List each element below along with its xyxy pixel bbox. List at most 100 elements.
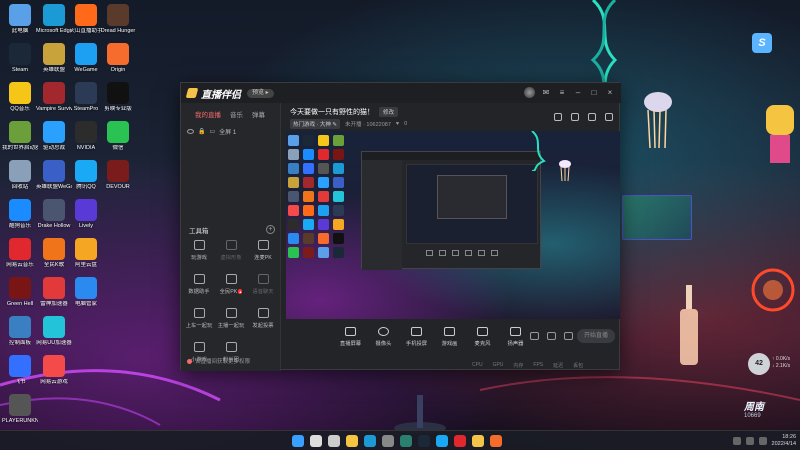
- desktop-icon[interactable]: 阿里云盘: [68, 238, 104, 278]
- preview-recursive-screen: [437, 175, 507, 219]
- desktop-icon[interactable]: NVIDIA: [68, 121, 104, 161]
- desktop-icon[interactable]: PLAYERUNKNOWN'S BATTLEGROUNDS: [2, 394, 38, 434]
- desktop-icon[interactable]: 英雄联盟: [36, 43, 72, 83]
- tool-item[interactable]: 全民PK ▴: [215, 272, 247, 298]
- stream-title[interactable]: 今天要做一只有野性的猫！: [290, 107, 374, 117]
- tool-item[interactable]: 连麦PK: [247, 238, 279, 264]
- tool-item[interactable]: 主播一起玩: [215, 306, 247, 332]
- status-item: GPU: [492, 362, 504, 368]
- settings-icon[interactable]: [382, 435, 394, 447]
- settings-icon[interactable]: [588, 113, 596, 121]
- tool-item[interactable]: 虚拟形象: [215, 238, 247, 264]
- add-tool-icon[interactable]: +: [266, 225, 275, 234]
- desktop-icon[interactable]: 网易云音乐: [2, 238, 38, 278]
- task-view-icon[interactable]: [328, 435, 340, 447]
- close-icon[interactable]: ×: [605, 88, 615, 98]
- steam-icon[interactable]: [418, 435, 430, 447]
- desktop-icon[interactable]: Drake Hollow: [36, 199, 72, 239]
- chevron-up-icon[interactable]: [732, 437, 741, 445]
- network-icon[interactable]: [745, 437, 754, 445]
- camera-toggle-icon[interactable]: [530, 332, 539, 340]
- minimize-icon[interactable]: –: [573, 88, 583, 98]
- message-icon[interactable]: ✉: [541, 88, 551, 98]
- desktop-icon[interactable]: DEVOUR: [100, 160, 136, 200]
- terminal-icon[interactable]: [400, 435, 412, 447]
- desktop-icon[interactable]: 驱动总裁: [36, 121, 72, 161]
- volume-icon[interactable]: [758, 437, 767, 445]
- desktop-icon[interactable]: 网易云游戏: [36, 355, 72, 395]
- search-icon[interactable]: [310, 435, 322, 447]
- source-control-button[interactable]: 手机投屏: [404, 327, 429, 347]
- desktop-icon[interactable]: 电脑管家: [68, 277, 104, 317]
- modify-title-button[interactable]: 修改: [379, 107, 399, 117]
- tool-item[interactable]: 发起投票: [247, 306, 279, 332]
- desktop-app-icon: [75, 199, 97, 221]
- sidebar-footer[interactable]: 去直播间获取更多权限: [187, 357, 250, 365]
- version-pill[interactable]: 预览 ▸: [247, 88, 274, 98]
- desktop-icon[interactable]: 此电脑: [2, 4, 38, 44]
- shop-icon[interactable]: [571, 113, 579, 121]
- scene-row[interactable]: 🔒 ▭ 全屏 1: [181, 119, 280, 136]
- desktop-icon[interactable]: Steam: [2, 43, 38, 83]
- stream-preview[interactable]: [286, 131, 620, 319]
- live-companion-icon[interactable]: [472, 435, 484, 447]
- tool-item[interactable]: 语音聊天: [247, 272, 279, 298]
- effect-icon[interactable]: [547, 332, 556, 340]
- desktop-icon[interactable]: 全民K歌: [36, 238, 72, 278]
- desktop-icon[interactable]: Origin: [100, 43, 136, 83]
- desktop-icon[interactable]: SteamPro: [68, 82, 104, 122]
- tool-item[interactable]: 玩游戏: [183, 238, 215, 264]
- sidebar-tab[interactable]: 音乐: [230, 109, 243, 119]
- floating-app-icon[interactable]: S: [752, 33, 772, 53]
- desktop-app-icon: [9, 394, 31, 416]
- qq-icon[interactable]: [436, 435, 448, 447]
- edge-icon[interactable]: [364, 435, 376, 447]
- gear-icon[interactable]: [564, 332, 573, 340]
- window-title-bar[interactable]: 直播伴侣 预览 ▸ ✉ ≡ – □ ×: [181, 83, 621, 103]
- source-control-button[interactable]: 游戏画: [437, 327, 462, 347]
- sidebar-tab[interactable]: 我的直播: [195, 109, 221, 119]
- desktop-icon[interactable]: 雷神加速器: [36, 277, 72, 317]
- category-tag[interactable]: 热门游戏 · 大神 ✎: [290, 119, 341, 129]
- desktop-icon[interactable]: 控制面板: [2, 316, 38, 356]
- windows-start-icon[interactable]: [292, 435, 304, 447]
- desktop-icon[interactable]: Dread Hunger: [100, 4, 136, 44]
- source-control-button[interactable]: 直播屏幕: [338, 327, 363, 347]
- source-control-button[interactable]: 摄像头: [371, 327, 396, 347]
- source-control-button[interactable]: 扬声器: [503, 327, 528, 347]
- lock-icon[interactable]: 🔒: [198, 128, 205, 135]
- desktop-icon[interactable]: 微信: [100, 121, 136, 161]
- desktop-icon[interactable]: 网易UU加速器: [36, 316, 72, 356]
- avatar[interactable]: [524, 87, 535, 98]
- desktop-icon[interactable]: Vampire Survivors: [36, 82, 72, 122]
- desktop-icon[interactable]: QQ音乐: [2, 82, 38, 122]
- desktop-icon[interactable]: 酷狗音乐: [2, 199, 38, 239]
- file-explorer-icon[interactable]: [346, 435, 358, 447]
- clock[interactable]: 18:26 2022/4/14: [772, 434, 796, 448]
- desktop-icon[interactable]: WeGame: [68, 43, 104, 83]
- maximize-icon[interactable]: □: [589, 88, 599, 98]
- start-live-button[interactable]: 开始直播: [577, 329, 615, 343]
- performance-meter[interactable]: 42: [748, 353, 770, 375]
- desktop-icon[interactable]: 飞书: [2, 355, 38, 395]
- desktop-icon[interactable]: 我的世界启动器: [2, 121, 38, 161]
- menu-icon[interactable]: ≡: [557, 88, 567, 98]
- desktop-icon[interactable]: Microsoft Edge: [36, 4, 72, 44]
- desktop-icon[interactable]: 腾讯QQ: [68, 160, 104, 200]
- desktop-icon[interactable]: 火山直播助手: [68, 4, 104, 44]
- tool-item[interactable]: 数据助手: [183, 272, 215, 298]
- sidebar-tab[interactable]: 弹幕: [252, 109, 265, 119]
- desktop-icon[interactable]: 剪映专业版: [100, 82, 136, 122]
- share-icon[interactable]: [605, 113, 613, 121]
- app-icon[interactable]: [490, 435, 502, 447]
- desktop-icon[interactable]: 英雄联盟WeGame: [36, 160, 72, 200]
- desktop-app-icon: [43, 238, 65, 260]
- source-control-button[interactable]: 麦克风: [470, 327, 495, 347]
- desktop-icon[interactable]: Lively: [68, 199, 104, 239]
- desktop-icon[interactable]: Green Hell: [2, 277, 38, 317]
- gift-icon[interactable]: [554, 113, 562, 121]
- music-icon[interactable]: [454, 435, 466, 447]
- eye-icon[interactable]: [187, 129, 194, 134]
- tool-item[interactable]: 上车一起玩: [183, 306, 215, 332]
- desktop-icon[interactable]: 回收站: [2, 160, 38, 200]
